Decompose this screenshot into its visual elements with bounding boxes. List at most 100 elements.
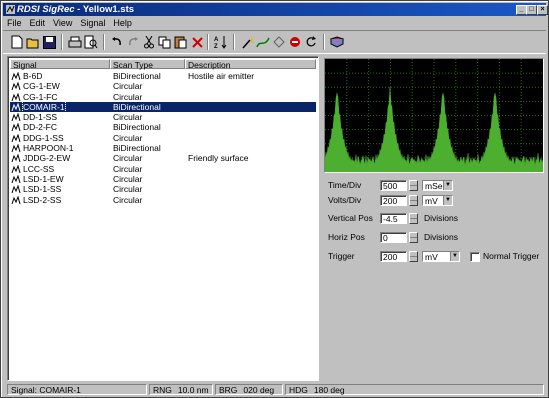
trigger-label: Trigger [328, 251, 355, 261]
scan-type: Circular [113, 81, 143, 92]
toolbar-separator [103, 34, 105, 50]
table-row[interactable]: LSD-1-SS Circular [10, 184, 316, 194]
signal-icon [11, 174, 21, 184]
time-div-label: Time/Div [328, 180, 362, 190]
print-icon[interactable] [67, 34, 83, 50]
stop-icon[interactable] [287, 34, 303, 50]
signal-name: CG-1-FC [23, 91, 58, 102]
status-range: RNG 10.0 nm [149, 384, 213, 395]
column-header-description[interactable]: Description [185, 59, 316, 70]
menu-edit[interactable]: Edit [26, 17, 50, 29]
print-preview-icon[interactable] [83, 34, 99, 50]
dropdown-arrow-icon[interactable]: ▼ [443, 181, 452, 190]
horiz-pos-spinner[interactable] [409, 232, 418, 243]
vertical-pos-input[interactable]: -4.5 [380, 213, 407, 224]
bearing-value: 020 deg [243, 385, 275, 395]
vertical-pos-spinner[interactable] [409, 213, 418, 224]
sort-icon[interactable]: AZ [213, 34, 229, 50]
normal-trigger-checkbox[interactable] [470, 252, 480, 262]
svg-text:A: A [214, 37, 219, 43]
table-row[interactable]: DD-1-SS Circular [10, 112, 316, 122]
scan-type: BiDirectional [113, 143, 161, 154]
signal-name: DD-2-FC [23, 122, 57, 133]
time-div-unit-select[interactable]: mSec ▼ [422, 180, 453, 191]
signal-icon [11, 72, 21, 81]
volts-div-unit-select[interactable]: mV ▼ [422, 195, 453, 206]
menu-bar: File Edit View Signal Help [3, 17, 546, 29]
open-icon[interactable] [25, 34, 41, 50]
trigger-spinner[interactable] [409, 251, 418, 262]
delete-icon[interactable] [189, 34, 205, 50]
redo-icon[interactable] [125, 34, 141, 50]
signal-name: LSD-1-SS [23, 184, 62, 195]
dropdown-arrow-icon[interactable]: ▼ [450, 252, 459, 261]
volts-div-spinner[interactable] [409, 195, 418, 206]
status-bar: Signal: COMAIR-1 RNG 10.0 nm BRG 020 deg H… [3, 384, 546, 396]
time-div-input[interactable]: 500 [380, 180, 407, 191]
heading-value: 180 deg [313, 385, 345, 395]
table-row[interactable]: DDG-1-SS Circular [10, 133, 316, 143]
table-row[interactable]: HARPOON-1 BiDirectional [10, 143, 316, 153]
refresh-icon[interactable] [303, 34, 319, 50]
volts-div-label: Volts/Div [328, 195, 362, 205]
vertical-pos-suffix: Divisions [424, 213, 459, 223]
wand-icon[interactable] [239, 34, 255, 50]
toolbar-separator [323, 34, 325, 50]
status-heading: HDG 180 deg [285, 384, 544, 395]
table-row[interactable]: LSD-1-EW Circular [10, 174, 316, 184]
table-row[interactable]: DD-2-FC BiDirectional [10, 122, 316, 132]
scan-type: Circular [113, 173, 143, 184]
signal-icon [11, 123, 21, 132]
menu-help[interactable]: Help [109, 17, 136, 29]
title-bar: RDSI SigRec - Yellow1.sts _ □ × [3, 3, 548, 16]
table-row[interactable]: LSD-2-SS Circular [10, 195, 316, 205]
signal-icon [11, 164, 21, 173]
cut-icon[interactable] [141, 34, 157, 50]
signal-name: DDG-1-SS [23, 132, 64, 143]
signal-icon [11, 144, 21, 153]
table-row[interactable]: CG-1-EW Circular [10, 81, 316, 91]
draw-icon[interactable] [255, 34, 271, 50]
status-signal: Signal: COMAIR-1 [7, 384, 147, 395]
toolbar-separator [207, 34, 209, 50]
new-icon[interactable] [9, 34, 25, 50]
scan-type: Circular [113, 194, 143, 205]
maximize-button[interactable]: □ [526, 5, 537, 15]
save-icon[interactable] [41, 34, 57, 50]
undo-icon[interactable] [109, 34, 125, 50]
trigger-unit-select[interactable]: mV ▼ [422, 251, 460, 262]
close-button[interactable]: × [537, 5, 548, 15]
menu-file[interactable]: File [3, 17, 26, 29]
signal-icon [11, 195, 21, 204]
column-header-scan-type[interactable]: Scan Type [110, 59, 185, 70]
time-div-spinner[interactable] [409, 180, 418, 191]
book-icon[interactable] [329, 34, 345, 50]
diamond-icon[interactable] [271, 34, 287, 50]
table-row[interactable]: JDDG-2-EW Circular Friendly surface [10, 153, 316, 163]
menu-signal[interactable]: Signal [76, 17, 109, 29]
heading-label: HDG [289, 385, 308, 395]
scan-type: Circular [113, 132, 143, 143]
signal-icon [11, 82, 21, 91]
paste-icon[interactable] [173, 34, 189, 50]
copy-icon[interactable] [157, 34, 173, 50]
table-row[interactable]: COMAIR-1 BiDirectional [10, 100, 316, 114]
vertical-pos-label: Vertical Pos [328, 213, 373, 223]
volts-div-input[interactable]: 200 [380, 195, 407, 206]
scan-type: Circular [113, 184, 143, 195]
signal-icon [11, 92, 21, 101]
volts-div-unit-value: mV [425, 196, 438, 206]
toolbar-separator [233, 34, 235, 50]
table-row[interactable]: CG-1-FC Circular [10, 92, 316, 102]
menu-view[interactable]: View [49, 17, 76, 29]
table-row[interactable]: LCC-SS Circular [10, 164, 316, 174]
trigger-input[interactable]: 200 [380, 251, 407, 262]
scan-type: Circular [113, 91, 143, 102]
signal-list[interactable]: Signal Scan Type Description B-6D BiDirec… [7, 56, 319, 381]
app-icon [6, 5, 15, 14]
signal-icon [11, 185, 21, 194]
dropdown-arrow-icon[interactable]: ▼ [443, 196, 452, 205]
table-row[interactable]: B-6D BiDirectional Hostile air emitter [10, 71, 316, 81]
horiz-pos-input[interactable]: 0 [380, 232, 407, 243]
column-header-signal[interactable]: Signal [10, 59, 110, 70]
